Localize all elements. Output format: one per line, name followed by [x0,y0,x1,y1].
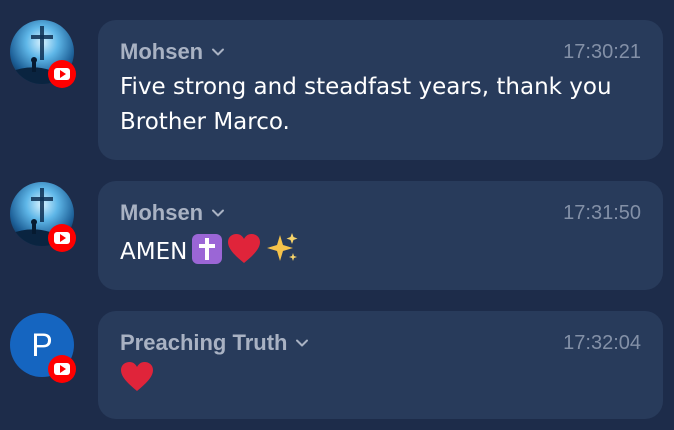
youtube-badge-icon [48,355,76,383]
author-name[interactable]: Preaching Truth [120,330,287,356]
message-header: Mohsen 17:30:21 [120,34,641,70]
message-bubble: Mohsen 17:30:21 Five strong and steadfas… [98,20,663,160]
author-name[interactable]: Mohsen [120,39,203,65]
author-name[interactable]: Mohsen [120,200,203,226]
message-bubble: Mohsen 17:31:50 AMEN [98,181,663,290]
message-text: AMEN [120,231,641,270]
chevron-down-icon[interactable] [211,206,225,220]
red-heart-emoji [121,362,153,391]
chevron-down-icon[interactable] [211,45,225,59]
message-header: Preaching Truth 17:32:04 [120,325,641,361]
youtube-badge-icon [48,60,76,88]
message-timestamp: 17:32:04 [563,331,641,354]
sparkles-emoji [267,233,298,261]
message-text-content: AMEN [120,239,188,265]
live-chat: Mohsen 17:30:21 Five strong and steadfas… [0,0,674,430]
message-timestamp: 17:30:21 [563,40,641,63]
message-header: Mohsen 17:31:50 [120,195,641,231]
message-bubble: Preaching Truth 17:32:04 [98,311,663,419]
youtube-badge-icon [48,224,76,252]
message-text [120,361,641,398]
message-text: Five strong and steadfast years, thank y… [120,74,619,135]
chevron-down-icon[interactable] [295,336,309,350]
red-heart-emoji [228,234,261,263]
message-timestamp: 17:31:50 [563,201,641,224]
latin-cross-emoji [192,234,223,264]
